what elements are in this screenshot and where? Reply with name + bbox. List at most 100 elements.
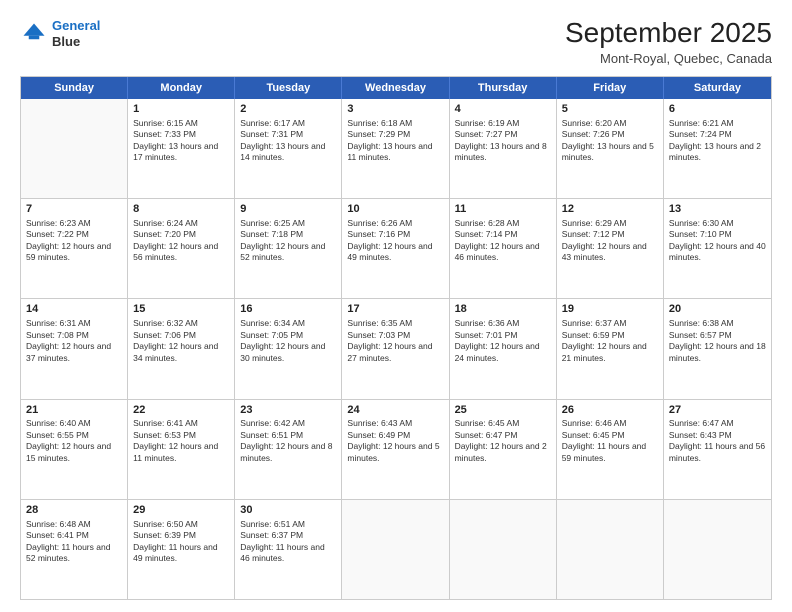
logo-icon bbox=[20, 20, 48, 48]
daylight-text: Daylight: 12 hours and 24 minutes. bbox=[455, 341, 551, 364]
calendar-cell-1-2: 9Sunrise: 6:25 AMSunset: 7:18 PMDaylight… bbox=[235, 199, 342, 298]
sunset-text: Sunset: 7:01 PM bbox=[455, 330, 551, 341]
daylight-text: Daylight: 11 hours and 59 minutes. bbox=[562, 441, 658, 464]
calendar-row-0: 1Sunrise: 6:15 AMSunset: 7:33 PMDaylight… bbox=[21, 99, 771, 198]
calendar-header: SundayMondayTuesdayWednesdayThursdayFrid… bbox=[21, 77, 771, 99]
sunrise-text: Sunrise: 6:19 AM bbox=[455, 118, 551, 129]
sunset-text: Sunset: 7:08 PM bbox=[26, 330, 122, 341]
calendar-row-2: 14Sunrise: 6:31 AMSunset: 7:08 PMDayligh… bbox=[21, 298, 771, 398]
calendar-cell-0-1: 1Sunrise: 6:15 AMSunset: 7:33 PMDaylight… bbox=[128, 99, 235, 198]
day-number: 16 bbox=[240, 302, 336, 317]
day-number: 30 bbox=[240, 503, 336, 518]
daylight-text: Daylight: 12 hours and 2 minutes. bbox=[455, 441, 551, 464]
daylight-text: Daylight: 12 hours and 46 minutes. bbox=[455, 241, 551, 264]
sunrise-text: Sunrise: 6:50 AM bbox=[133, 519, 229, 530]
calendar-cell-1-3: 10Sunrise: 6:26 AMSunset: 7:16 PMDayligh… bbox=[342, 199, 449, 298]
day-number: 6 bbox=[669, 102, 766, 117]
daylight-text: Daylight: 13 hours and 2 minutes. bbox=[669, 141, 766, 164]
sunrise-text: Sunrise: 6:43 AM bbox=[347, 418, 443, 429]
sunset-text: Sunset: 6:41 PM bbox=[26, 530, 122, 541]
main-title: September 2025 bbox=[565, 18, 772, 49]
calendar-cell-0-4: 4Sunrise: 6:19 AMSunset: 7:27 PMDaylight… bbox=[450, 99, 557, 198]
daylight-text: Daylight: 12 hours and 37 minutes. bbox=[26, 341, 122, 364]
sunset-text: Sunset: 6:59 PM bbox=[562, 330, 658, 341]
sunrise-text: Sunrise: 6:47 AM bbox=[669, 418, 766, 429]
header: General Blue September 2025 Mont-Royal, … bbox=[20, 18, 772, 66]
sunrise-text: Sunrise: 6:38 AM bbox=[669, 318, 766, 329]
calendar-cell-0-5: 5Sunrise: 6:20 AMSunset: 7:26 PMDaylight… bbox=[557, 99, 664, 198]
daylight-text: Daylight: 12 hours and 21 minutes. bbox=[562, 341, 658, 364]
sunset-text: Sunset: 6:47 PM bbox=[455, 430, 551, 441]
calendar-cell-1-4: 11Sunrise: 6:28 AMSunset: 7:14 PMDayligh… bbox=[450, 199, 557, 298]
sunrise-text: Sunrise: 6:18 AM bbox=[347, 118, 443, 129]
day-of-week-friday: Friday bbox=[557, 77, 664, 99]
day-number: 8 bbox=[133, 202, 229, 217]
day-number: 20 bbox=[669, 302, 766, 317]
daylight-text: Daylight: 12 hours and 40 minutes. bbox=[669, 241, 766, 264]
sunrise-text: Sunrise: 6:26 AM bbox=[347, 218, 443, 229]
sunset-text: Sunset: 7:22 PM bbox=[26, 229, 122, 240]
day-number: 26 bbox=[562, 403, 658, 418]
calendar-cell-2-4: 18Sunrise: 6:36 AMSunset: 7:01 PMDayligh… bbox=[450, 299, 557, 398]
calendar-cell-3-5: 26Sunrise: 6:46 AMSunset: 6:45 PMDayligh… bbox=[557, 400, 664, 499]
calendar-row-1: 7Sunrise: 6:23 AMSunset: 7:22 PMDaylight… bbox=[21, 198, 771, 298]
calendar-cell-0-3: 3Sunrise: 6:18 AMSunset: 7:29 PMDaylight… bbox=[342, 99, 449, 198]
day-of-week-wednesday: Wednesday bbox=[342, 77, 449, 99]
calendar-cell-3-4: 25Sunrise: 6:45 AMSunset: 6:47 PMDayligh… bbox=[450, 400, 557, 499]
page: General Blue September 2025 Mont-Royal, … bbox=[0, 0, 792, 612]
day-number: 9 bbox=[240, 202, 336, 217]
sunset-text: Sunset: 7:24 PM bbox=[669, 129, 766, 140]
sunset-text: Sunset: 7:18 PM bbox=[240, 229, 336, 240]
calendar-cell-3-2: 23Sunrise: 6:42 AMSunset: 6:51 PMDayligh… bbox=[235, 400, 342, 499]
sunset-text: Sunset: 7:10 PM bbox=[669, 229, 766, 240]
calendar-cell-2-2: 16Sunrise: 6:34 AMSunset: 7:05 PMDayligh… bbox=[235, 299, 342, 398]
sunset-text: Sunset: 7:31 PM bbox=[240, 129, 336, 140]
calendar-cell-2-6: 20Sunrise: 6:38 AMSunset: 6:57 PMDayligh… bbox=[664, 299, 771, 398]
calendar-cell-1-6: 13Sunrise: 6:30 AMSunset: 7:10 PMDayligh… bbox=[664, 199, 771, 298]
daylight-text: Daylight: 13 hours and 14 minutes. bbox=[240, 141, 336, 164]
day-number: 25 bbox=[455, 403, 551, 418]
calendar-cell-4-2: 30Sunrise: 6:51 AMSunset: 6:37 PMDayligh… bbox=[235, 500, 342, 599]
sunset-text: Sunset: 7:06 PM bbox=[133, 330, 229, 341]
calendar-cell-4-0: 28Sunrise: 6:48 AMSunset: 6:41 PMDayligh… bbox=[21, 500, 128, 599]
daylight-text: Daylight: 12 hours and 5 minutes. bbox=[347, 441, 443, 464]
day-number: 28 bbox=[26, 503, 122, 518]
day-number: 13 bbox=[669, 202, 766, 217]
sunset-text: Sunset: 6:51 PM bbox=[240, 430, 336, 441]
calendar-cell-4-4 bbox=[450, 500, 557, 599]
sunset-text: Sunset: 7:33 PM bbox=[133, 129, 229, 140]
sunrise-text: Sunrise: 6:46 AM bbox=[562, 418, 658, 429]
sunrise-text: Sunrise: 6:41 AM bbox=[133, 418, 229, 429]
day-number: 24 bbox=[347, 403, 443, 418]
sunrise-text: Sunrise: 6:32 AM bbox=[133, 318, 229, 329]
day-number: 21 bbox=[26, 403, 122, 418]
day-number: 14 bbox=[26, 302, 122, 317]
daylight-text: Daylight: 11 hours and 56 minutes. bbox=[669, 441, 766, 464]
day-number: 4 bbox=[455, 102, 551, 117]
calendar-cell-3-6: 27Sunrise: 6:47 AMSunset: 6:43 PMDayligh… bbox=[664, 400, 771, 499]
sunrise-text: Sunrise: 6:48 AM bbox=[26, 519, 122, 530]
sunset-text: Sunset: 6:43 PM bbox=[669, 430, 766, 441]
day-number: 10 bbox=[347, 202, 443, 217]
daylight-text: Daylight: 11 hours and 46 minutes. bbox=[240, 542, 336, 565]
sunrise-text: Sunrise: 6:17 AM bbox=[240, 118, 336, 129]
sunset-text: Sunset: 7:05 PM bbox=[240, 330, 336, 341]
sunset-text: Sunset: 6:57 PM bbox=[669, 330, 766, 341]
day-number: 23 bbox=[240, 403, 336, 418]
sunrise-text: Sunrise: 6:21 AM bbox=[669, 118, 766, 129]
sunset-text: Sunset: 7:14 PM bbox=[455, 229, 551, 240]
day-of-week-monday: Monday bbox=[128, 77, 235, 99]
daylight-text: Daylight: 12 hours and 52 minutes. bbox=[240, 241, 336, 264]
sunrise-text: Sunrise: 6:20 AM bbox=[562, 118, 658, 129]
calendar-cell-1-1: 8Sunrise: 6:24 AMSunset: 7:20 PMDaylight… bbox=[128, 199, 235, 298]
calendar-body: 1Sunrise: 6:15 AMSunset: 7:33 PMDaylight… bbox=[21, 99, 771, 599]
calendar-row-3: 21Sunrise: 6:40 AMSunset: 6:55 PMDayligh… bbox=[21, 399, 771, 499]
calendar-cell-0-0 bbox=[21, 99, 128, 198]
sunset-text: Sunset: 6:55 PM bbox=[26, 430, 122, 441]
day-number: 27 bbox=[669, 403, 766, 418]
day-number: 18 bbox=[455, 302, 551, 317]
daylight-text: Daylight: 12 hours and 49 minutes. bbox=[347, 241, 443, 264]
sunset-text: Sunset: 7:26 PM bbox=[562, 129, 658, 140]
sunrise-text: Sunrise: 6:37 AM bbox=[562, 318, 658, 329]
daylight-text: Daylight: 13 hours and 11 minutes. bbox=[347, 141, 443, 164]
